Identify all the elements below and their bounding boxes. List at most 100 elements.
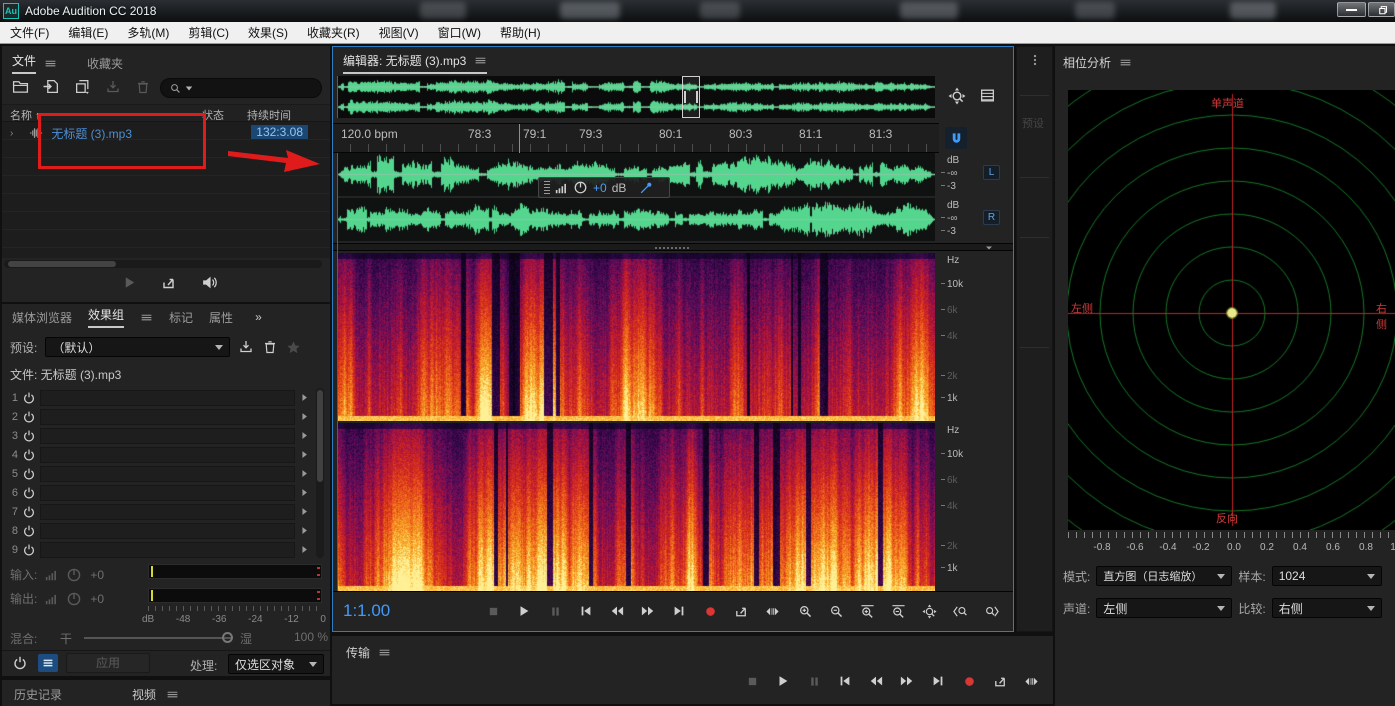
splitter-collapse-icon[interactable]	[983, 242, 995, 254]
play-button[interactable]	[512, 602, 536, 620]
zoom-in-point-button[interactable]	[948, 602, 972, 620]
wave-spectral-splitter[interactable]	[333, 243, 1013, 251]
mix-slider-knob[interactable]	[222, 632, 233, 643]
open-file-icon[interactable]	[12, 78, 29, 95]
power-icon[interactable]	[22, 524, 36, 538]
effect-slot[interactable]: 4	[4, 445, 310, 464]
effect-slot[interactable]: 5	[4, 464, 310, 483]
file-duration[interactable]: 132:3.08	[251, 125, 308, 139]
hud-knob-icon[interactable]	[573, 180, 588, 195]
stop-button[interactable]	[740, 672, 764, 690]
zoom-in-button[interactable]	[793, 602, 817, 620]
waveform-right-channel[interactable]	[337, 198, 935, 241]
skip-to-end-button[interactable]	[667, 602, 691, 620]
loop-playback-button[interactable]	[988, 672, 1012, 690]
mode-dropdown[interactable]: 直方图（日志缩放）	[1096, 566, 1232, 586]
scrollbar-thumb[interactable]	[8, 261, 116, 267]
speaker-icon[interactable]	[201, 274, 218, 291]
restore-button[interactable]	[1368, 2, 1395, 17]
tab-properties[interactable]: 属性	[209, 309, 233, 326]
loop-playback-button[interactable]	[729, 602, 753, 620]
menu-multitrack[interactable]: 多轨(M)	[127, 24, 169, 41]
power-icon[interactable]	[22, 410, 36, 424]
power-icon[interactable]	[22, 543, 36, 557]
power-icon[interactable]	[22, 429, 36, 443]
slot-arrow-icon[interactable]	[299, 544, 310, 555]
slot-arrow-icon[interactable]	[299, 487, 310, 498]
slot-arrow-icon[interactable]	[299, 430, 310, 441]
effect-slot[interactable]: 9	[4, 540, 310, 559]
menu-help[interactable]: 帮助(H)	[500, 24, 541, 41]
panel-menu-icon[interactable]	[1119, 56, 1132, 69]
menu-effects[interactable]: 效果(S)	[248, 24, 288, 41]
menu-edit[interactable]: 编辑(E)	[68, 24, 108, 41]
slot-body[interactable]	[40, 542, 295, 558]
effect-slot[interactable]: 2	[4, 407, 310, 426]
tab-overflow[interactable]: »	[255, 310, 262, 324]
column-name[interactable]: 名称 ↑	[10, 107, 41, 123]
import-file-icon[interactable]	[43, 78, 60, 95]
panel-kebab-icon[interactable]	[1028, 53, 1042, 67]
power-icon[interactable]	[22, 448, 36, 462]
slot-arrow-icon[interactable]	[299, 449, 310, 460]
panel-menu-icon[interactable]	[166, 688, 179, 701]
volume-hud[interactable]: +0 dB	[538, 177, 670, 198]
overview-view-box[interactable]	[682, 76, 700, 118]
record-button[interactable]	[698, 602, 722, 620]
record-button[interactable]	[957, 672, 981, 690]
menu-clip[interactable]: 剪辑(C)	[188, 24, 229, 41]
slot-body[interactable]	[40, 390, 295, 406]
effect-slot[interactable]: 7	[4, 502, 310, 521]
zoom-out-time-button[interactable]	[886, 602, 910, 620]
tab-favorites[interactable]: 收藏夹	[87, 55, 123, 72]
stop-button[interactable]	[481, 602, 505, 620]
expand-chevron-icon[interactable]: ›	[10, 128, 13, 139]
slot-arrow-icon[interactable]	[299, 411, 310, 422]
snap-toggle-icon[interactable]	[945, 127, 967, 149]
mix-slider-track[interactable]	[84, 637, 232, 639]
power-icon[interactable]	[22, 391, 36, 405]
slot-body[interactable]	[40, 504, 295, 520]
collapsed-preset-label[interactable]: 预设	[1022, 115, 1044, 131]
slot-arrow-icon[interactable]	[299, 468, 310, 479]
tab-effects-rack[interactable]: 效果组	[88, 306, 124, 328]
toggle-list-view-icon[interactable]	[38, 654, 58, 672]
menu-favorites[interactable]: 收藏夹(R)	[307, 24, 360, 41]
hud-pin-icon[interactable]	[639, 181, 653, 195]
channel-dropdown[interactable]: 左侧	[1096, 598, 1232, 618]
skip-selection-button[interactable]	[1019, 672, 1043, 690]
collapsed-panel-strip[interactable]: 预设	[1016, 46, 1053, 632]
rewind-button[interactable]	[864, 672, 888, 690]
effect-slot[interactable]: 1	[4, 388, 310, 407]
timeline-ruler[interactable]: 120.0 bpm 78:3 79:1 79:3 80:1 80:3 81:1 …	[333, 123, 939, 153]
tab-video[interactable]: 视频	[132, 686, 156, 703]
search-input[interactable]	[160, 78, 322, 98]
left-channel-button[interactable]: L	[983, 165, 1000, 180]
menu-window[interactable]: 窗口(W)	[438, 24, 481, 41]
slot-arrow-icon[interactable]	[299, 392, 310, 403]
rewind-button[interactable]	[605, 602, 629, 620]
slot-arrow-icon[interactable]	[299, 525, 310, 536]
slot-arrow-icon[interactable]	[299, 506, 310, 517]
preset-dropdown[interactable]: （默认）	[45, 337, 230, 357]
horizontal-scrollbar[interactable]	[4, 260, 322, 268]
tab-markers[interactable]: 标记	[169, 309, 193, 326]
slot-body[interactable]	[40, 523, 295, 539]
spectrogram-right[interactable]	[337, 423, 935, 591]
spectral-controls-icon[interactable]	[979, 87, 996, 104]
effect-slot[interactable]: 8	[4, 521, 310, 540]
column-duration[interactable]: 持续时间	[247, 107, 291, 123]
menu-view[interactable]: 视图(V)	[379, 24, 419, 41]
skip-selection-button[interactable]	[760, 602, 784, 620]
panel-menu-icon[interactable]	[474, 54, 487, 67]
hud-grip-icon[interactable]	[544, 181, 550, 195]
pause-button[interactable]	[802, 672, 826, 690]
delete-preset-icon[interactable]	[262, 339, 278, 355]
power-icon[interactable]	[22, 505, 36, 519]
power-icon[interactable]	[22, 467, 36, 481]
slot-body[interactable]	[40, 485, 295, 501]
skip-to-start-button[interactable]	[833, 672, 857, 690]
rack-power-icon[interactable]	[12, 655, 28, 671]
samples-dropdown[interactable]: 1024	[1272, 566, 1382, 586]
hud-gain-value[interactable]: +0	[593, 181, 607, 195]
